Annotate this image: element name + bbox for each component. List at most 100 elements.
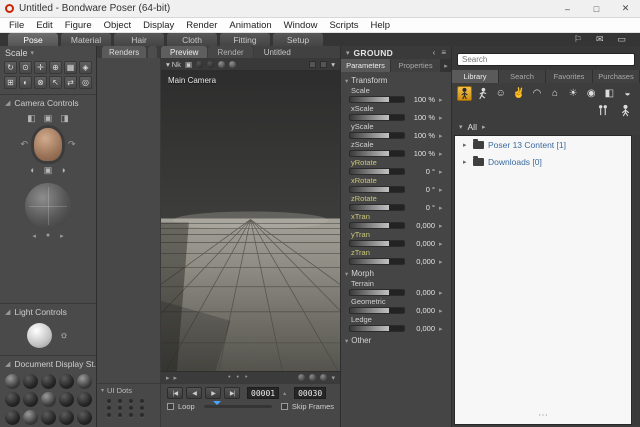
param-value[interactable]: 0 °	[408, 167, 435, 176]
camera-center-icon[interactable]: ●	[46, 232, 50, 240]
right-camera-icon[interactable]: ◨	[60, 113, 69, 124]
library-filter-row[interactable]: ▾ All ▸	[452, 119, 640, 135]
ui-dot[interactable]	[140, 399, 144, 403]
tab-search[interactable]: Search	[499, 70, 545, 83]
preview-viewport[interactable]: Main Camera	[161, 70, 340, 371]
playhead-marker[interactable]	[213, 401, 221, 409]
param-options-icon[interactable]: ▸	[439, 240, 443, 248]
menu-display[interactable]: Display	[137, 20, 180, 31]
last-frame-button[interactable]: ▶|	[224, 387, 240, 399]
play-button[interactable]: ▶	[205, 387, 221, 399]
current-frame-field[interactable]: 00001	[247, 387, 279, 399]
main-camera-icon[interactable]: ▣	[44, 113, 53, 124]
collections-category-icon[interactable]	[595, 103, 610, 118]
depth-cue-toggle[interactable]	[298, 374, 305, 381]
tab-library[interactable]: Library	[452, 70, 498, 83]
ui-dot[interactable]	[107, 413, 111, 417]
tool-view-magnifier-button[interactable]: ↖	[49, 76, 62, 89]
display-style-swatch[interactable]	[23, 392, 38, 407]
document-display-header[interactable]: ◢ Document Display St...	[0, 355, 96, 372]
ui-dot[interactable]	[107, 406, 111, 410]
hands-category-icon[interactable]: ✌	[511, 86, 526, 101]
display-style-swatch[interactable]	[41, 410, 56, 425]
param-dial[interactable]	[349, 240, 405, 247]
param-dial[interactable]	[349, 222, 405, 229]
maximize-button[interactable]: □	[582, 0, 611, 17]
tool-translate-button[interactable]: ✛	[34, 61, 47, 74]
ui-dot[interactable]	[107, 399, 111, 403]
tree-item-downloads[interactable]: ▸ Downloads [0]	[455, 153, 631, 170]
param-options-icon[interactable]: ▸	[439, 258, 443, 266]
tab-renders[interactable]: Renders	[102, 46, 146, 58]
camera-selector[interactable]: ▾ Nk	[166, 60, 181, 69]
props-category-icon[interactable]: ⌂	[548, 86, 563, 101]
display-style-swatch[interactable]	[77, 392, 92, 407]
tool-rotate-button[interactable]: ↻	[4, 61, 17, 74]
display-style-swatch[interactable]	[5, 410, 20, 425]
param-value[interactable]: 0,000	[408, 221, 435, 230]
notification-bell-icon[interactable]: ⚐	[574, 34, 582, 45]
display-style-swatch[interactable]	[23, 410, 38, 425]
ui-dot[interactable]	[118, 413, 122, 417]
tab-material[interactable]: Material	[61, 33, 111, 46]
display-style-swatch[interactable]	[59, 374, 74, 389]
param-dial[interactable]	[349, 150, 405, 157]
section-other[interactable]: ▾ Other	[341, 334, 451, 347]
tab-properties[interactable]: Properties	[391, 59, 440, 72]
menu-scripts[interactable]: Scripts	[323, 20, 364, 31]
menu-object[interactable]: Object	[98, 20, 137, 31]
display-style-swatch[interactable]	[59, 392, 74, 407]
param-dial[interactable]	[349, 186, 405, 193]
tab-setup[interactable]: Setup	[273, 33, 323, 46]
param-dial[interactable]	[349, 96, 405, 103]
param-value[interactable]: 100 %	[408, 113, 435, 122]
menu-animation[interactable]: Animation	[223, 20, 277, 31]
rotate-right-icon[interactable]: ↷	[68, 139, 76, 150]
param-value[interactable]: 100 %	[408, 95, 435, 104]
param-value[interactable]: 100 %	[408, 149, 435, 158]
param-options-icon[interactable]: ▸	[439, 168, 443, 176]
panel-menu-icon[interactable]: ≡	[441, 48, 446, 57]
chevron-down-icon[interactable]: ▾	[31, 49, 35, 57]
timeline-scrubber[interactable]	[204, 405, 272, 408]
lights-category-icon[interactable]: ☀	[566, 86, 581, 101]
param-options-icon[interactable]: ▸	[439, 325, 443, 333]
param-dial[interactable]	[349, 325, 405, 332]
tab-cloth[interactable]: Cloth	[167, 33, 217, 46]
scenes-category-icon[interactable]: ◒	[620, 86, 635, 101]
tab-purchases[interactable]: Purchases	[593, 70, 639, 83]
ui-dot[interactable]	[118, 406, 122, 410]
tab-render[interactable]: Render	[208, 46, 252, 58]
param-options-icon[interactable]: ▸	[439, 186, 443, 194]
first-frame-button[interactable]: |◀	[167, 387, 183, 399]
render-style-button[interactable]	[207, 61, 214, 68]
param-dial[interactable]	[349, 289, 405, 296]
layout-split-button[interactable]	[309, 61, 316, 68]
back-chevron-icon[interactable]: ‹	[433, 48, 436, 57]
tab-preview[interactable]: Preview	[161, 46, 207, 58]
display-style-swatch[interactable]	[5, 374, 20, 389]
display-style-swatch[interactable]	[23, 374, 38, 389]
camera-left-icon[interactable]: ◂	[32, 232, 36, 240]
param-options-icon[interactable]: ▸	[439, 222, 443, 230]
shadow-toggle[interactable]	[309, 374, 316, 381]
display-style-swatch[interactable]	[77, 374, 92, 389]
rotate-left-icon[interactable]: ↶	[20, 139, 28, 150]
param-options-icon[interactable]: ▸	[439, 96, 443, 104]
chat-icon[interactable]: ✉	[596, 34, 604, 45]
posing-camera-icon[interactable]: ▣	[44, 165, 53, 176]
param-dial[interactable]	[349, 204, 405, 211]
minimize-button[interactable]: –	[553, 0, 582, 17]
tool-twist-button[interactable]: ⊙	[19, 61, 32, 74]
menu-figure[interactable]: Figure	[59, 20, 98, 31]
param-options-icon[interactable]: ▸	[439, 289, 443, 297]
light-controls-header[interactable]: ◢ Light Controls	[0, 303, 96, 320]
tab-overflow-icon[interactable]: ▸	[441, 59, 451, 72]
menu-help[interactable]: Help	[365, 20, 397, 31]
frame-stepper-icon[interactable]: ▴	[283, 390, 286, 397]
figures-category-icon[interactable]	[457, 86, 472, 101]
pull-tab-icon[interactable]: ▸	[174, 374, 178, 382]
ui-dots-header[interactable]: ▾ UI Dots	[101, 386, 156, 395]
end-frame-field[interactable]: 00030	[294, 387, 326, 399]
tree-item-label[interactable]: Downloads [0]	[488, 157, 542, 167]
